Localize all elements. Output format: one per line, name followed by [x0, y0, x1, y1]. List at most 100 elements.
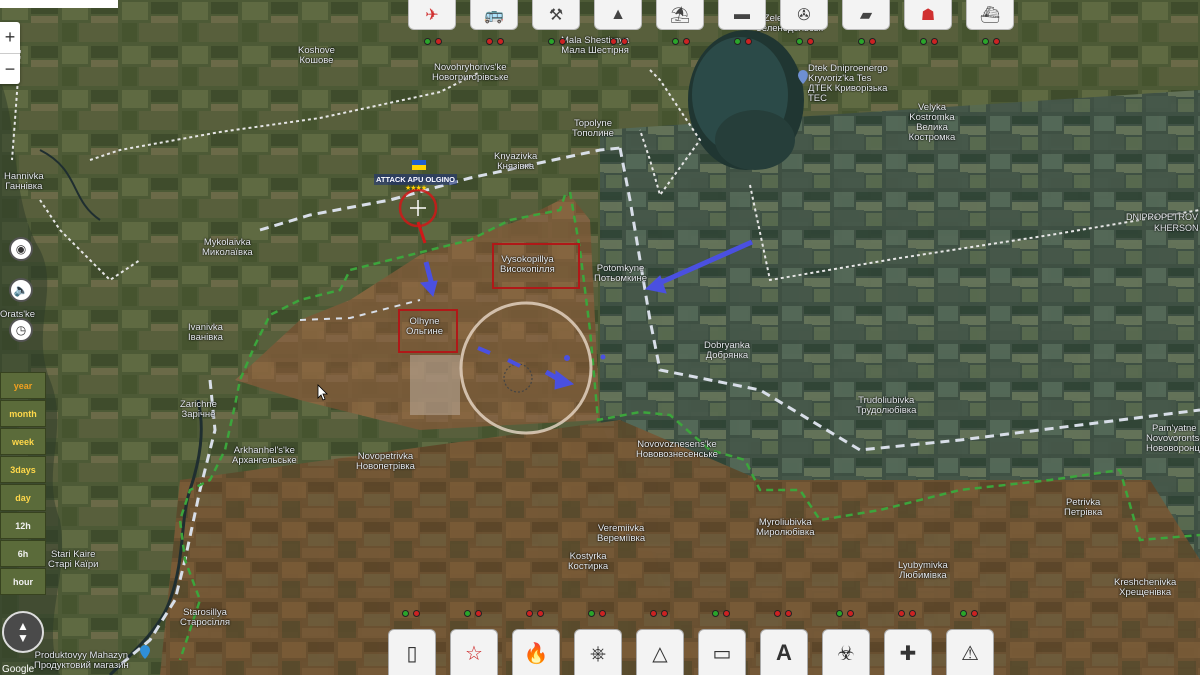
place-velyka-kostromka: Velyka Kostromka Велика Костромка — [908, 102, 956, 143]
biohazard-icon: ☣ — [837, 640, 855, 665]
time-filter-day[interactable]: day — [0, 484, 46, 511]
time-filter-month[interactable]: month — [0, 400, 46, 427]
zoom-in-button[interactable]: + — [0, 22, 20, 53]
infantry-tool-button[interactable]: ☗ — [904, 0, 952, 30]
place-knyazivka: Knyazivka Князівка — [494, 151, 538, 172]
place-ivanivka: Ivanivka Іванівка — [188, 322, 223, 343]
status-lights-top-3 — [548, 38, 566, 45]
fire-icon: 🔥 — [523, 640, 549, 665]
time-filter-3days[interactable]: 3days — [0, 456, 46, 483]
time-filter-hour[interactable]: hour — [0, 568, 46, 595]
flag-yellow — [412, 165, 426, 170]
path-icon: ⎈ — [590, 640, 606, 665]
place-myroliubivka: Myroliubivka Миролюбівка — [756, 517, 815, 538]
warning-icon: ⚠ — [961, 640, 979, 665]
warning-tool-button[interactable]: ⚠ — [946, 629, 994, 675]
record-icon: ◉ — [15, 242, 27, 256]
status-lights-bottom-2 — [464, 610, 482, 617]
timer-button[interactable]: ◷ — [9, 318, 33, 342]
armor-tool-button[interactable]: ▬ — [718, 0, 766, 30]
bottom-drawing-toolbar: ▯ ☆ 🔥 ⎈ △ ▭ A ☣ ✚ ⚠ — [388, 629, 994, 675]
place-koshove: Koshove Кошове — [298, 45, 335, 66]
place-dobryanka: Dobryanka Добрянка — [704, 340, 750, 361]
artillery-icon: ⚒ — [548, 6, 564, 24]
ship-icon: ⛴ — [979, 6, 1001, 24]
fire-tool-button[interactable]: 🔥 — [512, 629, 560, 675]
tank-icon: ▰ — [859, 6, 873, 24]
zoom-out-button[interactable]: − — [0, 53, 20, 84]
chevron-down-icon[interactable]: ▼ — [17, 632, 29, 644]
helicopter-tool-button[interactable]: ✇ — [780, 0, 828, 30]
status-lights-bottom-10 — [960, 610, 978, 617]
artillery-tool-button[interactable]: ⚒ — [532, 0, 580, 30]
infantry-icon: ☗ — [920, 6, 936, 24]
place-novopetrivka: Novopetrivka Новопетрівка — [356, 451, 415, 472]
star-tool-button[interactable]: ☆ — [450, 629, 498, 675]
status-lights-bottom-3 — [526, 610, 544, 617]
zoom-control: + − — [0, 22, 20, 84]
triangle-tool-button[interactable]: △ — [636, 629, 684, 675]
place-novovorontsovka: NovovorontsovkaНововоронцовка — [1146, 433, 1200, 454]
time-filter-6h[interactable]: 6h — [0, 540, 46, 567]
air-defense-icon: ▲ — [610, 5, 626, 23]
place-kreshchenivka: Kreshchenivka Хрещенівка — [1114, 577, 1177, 598]
place-potomkyne: Potomkyne Потьомкине — [594, 263, 648, 284]
naval-tool-button[interactable]: ⛴ — [966, 0, 1014, 30]
triangle-icon: △ — [652, 640, 668, 665]
status-lights-top-10 — [982, 38, 1000, 45]
time-filter-week[interactable]: week — [0, 428, 46, 455]
status-lights-top-9 — [920, 38, 938, 45]
place-produktovyi: Produktovyy Mahazyn Продуктовий магазин — [34, 650, 129, 671]
top-unit-toolbar: ✈ 🚌 ⚒ ▲ ⛱ ▬ ✇ ▰ ☗ ⛴ — [408, 0, 1014, 32]
biohazard-tool-button[interactable]: ☣ — [822, 629, 870, 675]
status-lights-top-8 — [858, 38, 876, 45]
place-novovoznesenske: Novovoznesens'ke Нововознесенське — [636, 439, 718, 460]
region-dnipropetrovsk: DNIPROPETROV — [1126, 212, 1199, 222]
fortification-icon: ▯ — [406, 640, 418, 665]
ruler-tool-button[interactable]: ▭ — [698, 629, 746, 675]
helicopter-icon: ✇ — [797, 6, 811, 24]
text-icon: A — [776, 639, 792, 665]
place-petrivka: Petrivka Петрівка — [1064, 497, 1103, 518]
place-stari-kaire: Stari Kaire Старі Каїри — [48, 549, 99, 570]
status-lights-top-5 — [672, 38, 690, 45]
aircraft-icon: ✈ — [425, 6, 439, 24]
status-lights-bottom-6 — [712, 610, 730, 617]
status-lights-bottom-5 — [650, 610, 668, 617]
map-view[interactable]: Koshove Кошове Novohryhorivs'ke Новогригор… — [0, 0, 1200, 675]
record-button[interactable]: ◉ — [9, 237, 33, 261]
air-defense-tool-button[interactable]: ▲ — [594, 0, 642, 30]
place-zarichne: Zarichne Зарічне — [180, 399, 217, 420]
vehicle-tool-button[interactable]: 🚌 — [470, 0, 518, 30]
status-lights-top-7 — [796, 38, 814, 45]
satellite-terrain — [0, 0, 1200, 675]
pan-control[interactable]: ▲ ▼ — [2, 611, 44, 653]
status-lights-top-4 — [610, 38, 628, 45]
ukraine-flag-icon — [412, 160, 426, 170]
medical-cross-icon: ✚ — [899, 640, 917, 665]
path-tool-button[interactable]: ⎈ — [574, 629, 622, 675]
sound-button[interactable]: 🔈 — [9, 278, 33, 302]
vehicle-icon: 🚌 — [484, 6, 504, 24]
parachute-icon: ⛱ — [669, 6, 691, 24]
medical-tool-button[interactable]: ✚ — [884, 629, 932, 675]
status-lights-top-6 — [734, 38, 752, 45]
place-lyubymivka: Lyubymivka Любимівка — [898, 560, 948, 581]
status-lights-top-2 — [486, 38, 504, 45]
fortification-tool-button[interactable]: ▯ — [388, 629, 436, 675]
time-filter-year[interactable]: year — [0, 372, 46, 399]
place-trudoliubivka: Trudoliubivka Трудолюбівка — [856, 395, 917, 416]
place-kostyrka: Kostyrka Костирка — [568, 551, 609, 572]
place-veremiivka: Veremiivka Веремiївка — [597, 523, 646, 544]
status-lights-bottom-8 — [836, 610, 854, 617]
speaker-icon: 🔈 — [13, 283, 29, 297]
tank-tool-button[interactable]: ▰ — [842, 0, 890, 30]
ruler-icon: ▭ — [712, 640, 732, 665]
highlight-vysokopillya — [492, 243, 580, 289]
text-tool-button[interactable]: A — [760, 629, 808, 675]
place-topolyne: Topolyne Тополине — [572, 118, 614, 139]
time-filter-12h[interactable]: 12h — [0, 512, 46, 539]
aircraft-tool-button[interactable]: ✈ — [408, 0, 456, 30]
clock-icon: ◷ — [15, 323, 27, 337]
airborne-tool-button[interactable]: ⛱ — [656, 0, 704, 30]
